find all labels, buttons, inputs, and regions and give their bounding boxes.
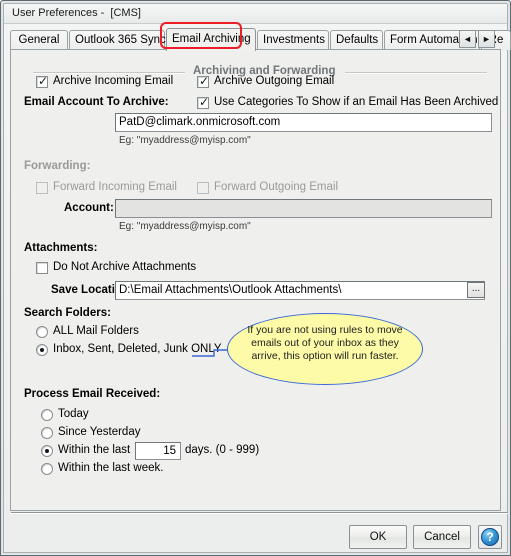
group-divider-left — [33, 72, 185, 74]
browse-save-location-button[interactable]: ... — [467, 282, 485, 298]
window-title: User Preferences - [CMS] — [12, 7, 141, 19]
use-categories-label: Use Categories To Show if an Email Has B… — [214, 96, 499, 108]
process-within-last-days-radio[interactable] — [41, 445, 53, 457]
callout-bubble-text: If you are not using rules to move email… — [247, 324, 403, 362]
check-icon: ✓ — [38, 74, 49, 88]
archive-incoming-email-label: Archive Incoming Email — [53, 75, 174, 87]
forwarding-account-input — [115, 199, 492, 218]
forwarding-account-hint: Eg: "myaddress@myisp.com" — [119, 221, 251, 232]
forwarding-account-label: Account: — [64, 202, 114, 214]
tab-defaults[interactable]: Defaults — [330, 30, 383, 50]
footer-separator — [11, 512, 508, 514]
archive-outgoing-email-label: Archive Outgoing Email — [214, 75, 335, 87]
group-divider-right — [345, 72, 487, 74]
process-today-label: Today — [58, 408, 89, 420]
process-email-received-title: Process Email Received: — [24, 388, 161, 400]
process-within-last-week-radio[interactable] — [41, 463, 53, 475]
tab-general[interactable]: General — [10, 30, 68, 50]
callout-bubble: If you are not using rules to move email… — [227, 313, 423, 385]
do-not-archive-attachments-label: Do Not Archive Attachments — [53, 261, 197, 273]
cancel-button[interactable]: Cancel — [413, 525, 471, 549]
email-account-to-archive-label: Email Account To Archive: — [24, 96, 169, 108]
save-location-input[interactable]: D:\Email Attachments\Outlook Attachments… — [115, 281, 485, 300]
email-account-hint: Eg: "myaddress@myisp.com" — [119, 135, 251, 146]
user-preferences-window: User Preferences - [CMS] General Outlook… — [0, 0, 511, 556]
tab-scroll-right-button[interactable]: ► — [478, 30, 495, 48]
process-within-last-days-label: Within the last — [58, 444, 131, 456]
process-today-radio[interactable] — [41, 409, 53, 421]
search-folders-title: Search Folders: — [24, 307, 111, 319]
radio-selected-dot — [45, 449, 49, 453]
help-question-mark-icon: ? — [481, 528, 499, 546]
window-client-area: User Preferences - [CMS] General Outlook… — [3, 3, 511, 553]
tab-outlook-365-sync[interactable]: Outlook 365 Sync — [69, 30, 166, 50]
tab-scroll-left-button[interactable]: ◄ — [459, 30, 476, 48]
search-folders-inbox-radio[interactable] — [36, 344, 48, 356]
forward-incoming-email-checkbox — [36, 182, 48, 194]
archive-outgoing-email-checkbox[interactable]: ✓ — [197, 74, 210, 88]
ok-button[interactable]: OK — [349, 525, 407, 549]
days-input[interactable]: 15 — [135, 442, 181, 460]
use-categories-checkbox[interactable]: ✓ — [197, 95, 210, 109]
title-bar: User Preferences - [CMS] — [4, 4, 507, 24]
help-button[interactable]: ? — [478, 525, 502, 549]
radio-selected-dot — [40, 348, 44, 352]
tab-investments[interactable]: Investments — [257, 30, 329, 50]
check-icon: ✓ — [199, 74, 210, 88]
process-since-yesterday-radio[interactable] — [41, 427, 53, 439]
archive-incoming-email-checkbox[interactable]: ✓ — [36, 74, 49, 88]
forward-outgoing-email-label: Forward Outgoing Email — [214, 181, 338, 193]
tab-strip: General Outlook 365 Sync Email Archiving… — [10, 28, 511, 51]
process-since-yesterday-label: Since Yesterday — [58, 426, 141, 438]
tab-email-archiving[interactable]: Email Archiving — [166, 28, 256, 51]
email-account-input[interactable]: PatD@climark.onmicrosoft.com — [115, 113, 492, 132]
email-archiving-panel: Archiving and Forwarding ✓ Archive Incom… — [10, 49, 501, 511]
days-suffix-label: days. (0 - 999) — [185, 444, 260, 456]
do-not-archive-attachments-checkbox[interactable] — [36, 262, 48, 274]
check-icon: ✓ — [199, 95, 210, 109]
forwarding-section-title: Forwarding: — [24, 160, 91, 172]
process-within-last-week-label: Within the last week. — [58, 462, 164, 474]
attachments-section-title: Attachments: — [24, 242, 98, 254]
search-folders-all-radio[interactable] — [36, 326, 48, 338]
search-folders-all-label: ALL Mail Folders — [53, 325, 139, 337]
forward-incoming-email-label: Forward Incoming Email — [53, 181, 177, 193]
forward-outgoing-email-checkbox — [197, 182, 209, 194]
